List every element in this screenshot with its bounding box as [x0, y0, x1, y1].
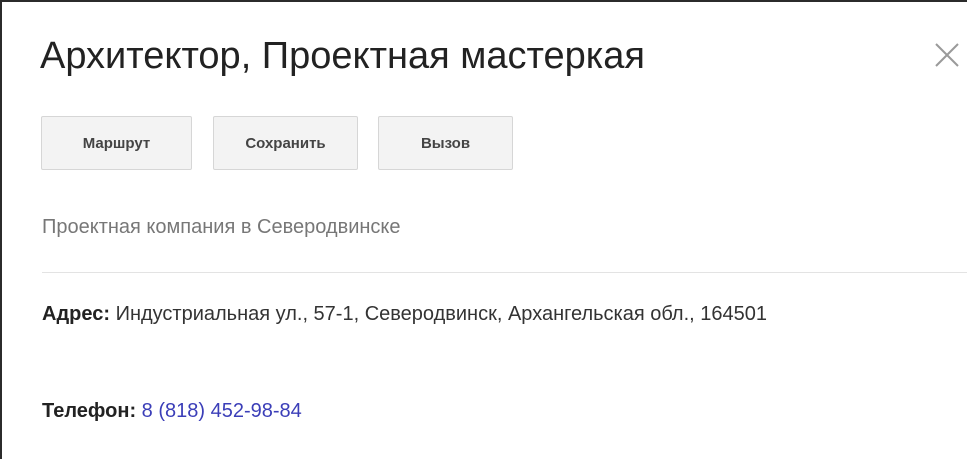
place-title: Архитектор, Проектная мастеркая	[40, 35, 645, 77]
call-button[interactable]: Вызов	[378, 116, 513, 170]
route-button[interactable]: Маршрут	[41, 116, 192, 170]
phone-row: Телефон: 8 (818) 452-98-84	[42, 390, 302, 432]
divider	[42, 272, 967, 273]
place-card: Архитектор, Проектная мастеркая Маршрут …	[0, 0, 967, 459]
phone-link[interactable]: 8 (818) 452-98-84	[142, 400, 302, 422]
place-category: Проектная компания в Северодвинске	[42, 216, 401, 238]
address-value: Индустриальная ул., 57-1, Северодвинск, …	[115, 303, 768, 325]
phone-label: Телефон:	[42, 400, 137, 422]
address-row: Адрес: Индустриальная ул., 57-1, Северод…	[42, 293, 942, 335]
address-label: Адрес:	[42, 303, 110, 325]
close-icon[interactable]	[930, 38, 964, 72]
save-button[interactable]: Сохранить	[213, 116, 358, 170]
